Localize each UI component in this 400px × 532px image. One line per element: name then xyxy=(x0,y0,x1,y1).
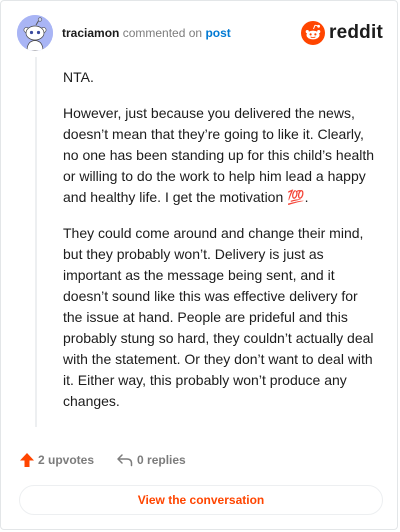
upvote-arrow-icon xyxy=(20,453,34,467)
upvotes-label: 2 upvotes xyxy=(38,453,95,467)
action-text: commented on xyxy=(122,26,203,40)
comment-embed-card: traciamon commented on post reddit NTA. … xyxy=(0,0,398,530)
comment-body: NTA. However, just because you delivered… xyxy=(63,67,379,427)
post-link[interactable]: post xyxy=(205,26,230,40)
upvotes-stat[interactable]: 2 upvotes xyxy=(19,452,94,468)
reddit-brand[interactable]: reddit xyxy=(301,20,383,46)
replies-label: 0 replies xyxy=(137,453,186,467)
comment-footer: 2 upvotes 0 replies xyxy=(19,450,186,470)
reply-arrow-icon xyxy=(117,454,133,467)
replies-stat[interactable]: 0 replies xyxy=(116,452,186,468)
brand-wordmark: reddit xyxy=(329,22,383,43)
reddit-logo-icon xyxy=(301,21,326,45)
view-conversation-button[interactable]: View the conversation xyxy=(19,485,383,515)
snoo-avatar-icon xyxy=(17,15,53,51)
comment-paragraph: NTA. xyxy=(63,69,94,85)
comment-paragraph: They could come around and change their … xyxy=(63,225,374,409)
comment-byline: traciamon commented on post xyxy=(62,26,231,40)
comment-header: traciamon commented on post reddit xyxy=(17,15,383,53)
username[interactable]: traciamon xyxy=(62,26,119,40)
comment-paragraph: However, just because you delivered the … xyxy=(63,105,375,205)
thread-line xyxy=(35,57,37,427)
user-avatar[interactable] xyxy=(17,15,53,51)
